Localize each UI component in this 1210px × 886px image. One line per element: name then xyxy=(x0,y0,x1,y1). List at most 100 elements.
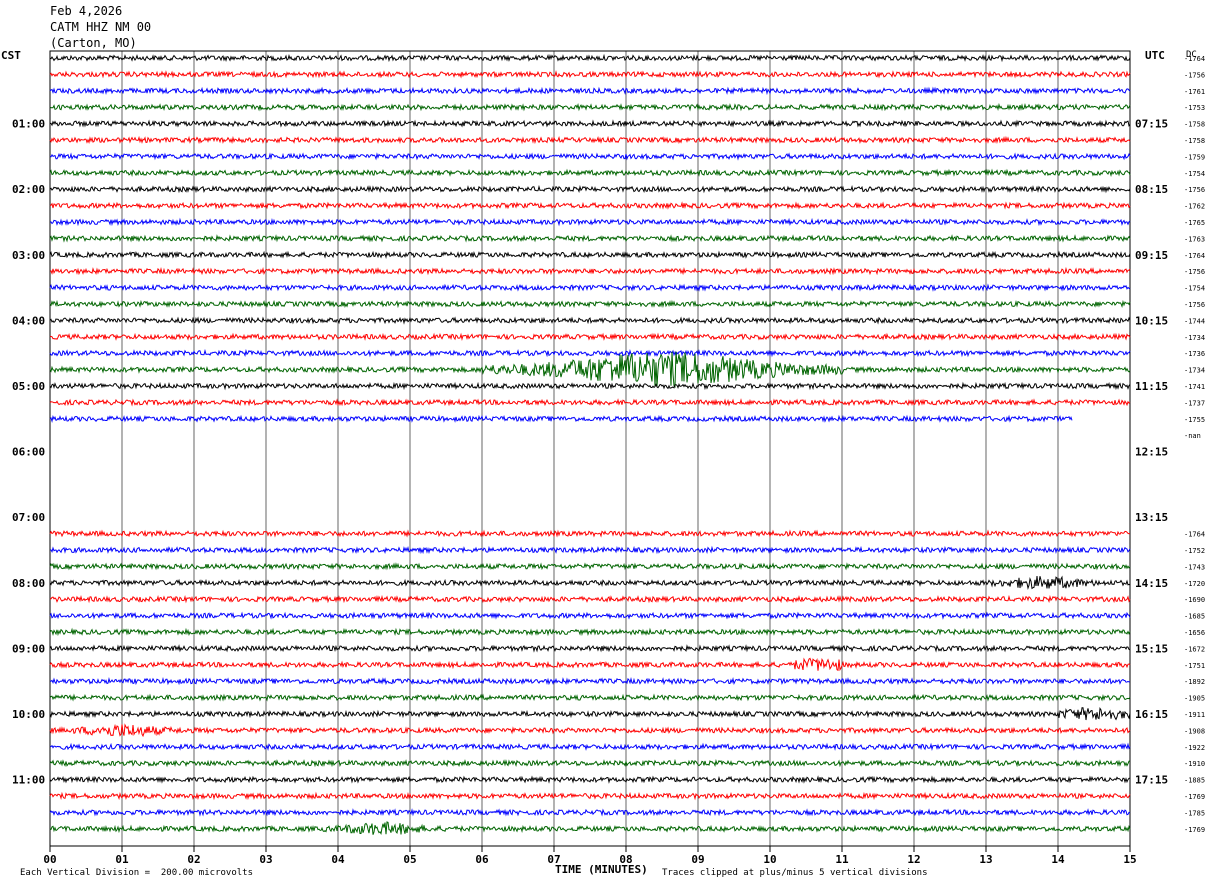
dc-offset-label: -1763 xyxy=(1184,235,1205,243)
x-tick-label: 15 xyxy=(1123,853,1136,866)
dc-offset-label: -1756 xyxy=(1184,186,1205,194)
seismogram-trace xyxy=(49,529,1131,538)
dc-offset-label: -1762 xyxy=(1184,203,1205,211)
seismogram-trace xyxy=(49,266,1131,276)
left-hour-label: 05:00 xyxy=(12,380,45,393)
clipping-note: Traces clipped at plus/minus 5 vertical … xyxy=(662,868,928,878)
seismogram-trace xyxy=(49,706,1131,721)
seismogram-trace xyxy=(49,70,1131,79)
seismogram-trace xyxy=(49,627,1131,637)
left-hour-label: 01:00 xyxy=(12,118,45,131)
dc-offset-label: -1905 xyxy=(1184,695,1205,703)
dc-offset-label: -1741 xyxy=(1184,383,1205,391)
station-label: CATM HHZ NM 00 xyxy=(50,20,152,34)
dc-offset-label: -1756 xyxy=(1184,71,1205,79)
dc-offset-label: -1672 xyxy=(1184,645,1205,653)
dc-offset-label: -1754 xyxy=(1184,285,1205,293)
seismogram-trace xyxy=(49,381,1131,391)
left-hour-label: 02:00 xyxy=(12,183,45,196)
vertical-division-note: Each Vertical Division = 200.00 microvol… xyxy=(20,868,253,878)
dc-offset-label: -1922 xyxy=(1184,744,1205,752)
dc-offset-label: -1755 xyxy=(1184,416,1205,424)
dc-offset-label: -1764 xyxy=(1184,531,1205,539)
left-hour-label: 06:00 xyxy=(12,446,45,459)
dc-offset-label: -1685 xyxy=(1184,613,1205,621)
x-axis-title: TIME (MINUTES) xyxy=(555,863,648,876)
seismogram-trace xyxy=(49,316,1131,325)
seismogram-trace xyxy=(49,398,1131,407)
seismogram-trace xyxy=(49,693,1131,702)
seismogram-trace xyxy=(49,742,1131,751)
seismogram-trace xyxy=(49,299,1131,309)
seismogram-trace xyxy=(49,575,1131,590)
seismogram-trace xyxy=(49,414,1073,424)
right-hour-label: 14:15 xyxy=(1135,577,1168,590)
x-tick-label: 13 xyxy=(979,853,992,866)
left-timezone-label: CST xyxy=(1,49,21,62)
left-hour-label: 11:00 xyxy=(12,774,45,787)
seismogram-trace xyxy=(49,119,1131,128)
x-tick-label: 12 xyxy=(907,853,920,866)
seismogram-trace xyxy=(49,283,1131,292)
dc-offset-label: -1885 xyxy=(1184,777,1205,785)
x-tick-label: 11 xyxy=(835,853,849,866)
x-tick-label: 03 xyxy=(259,853,272,866)
dc-offset-label: -1736 xyxy=(1184,350,1205,358)
right-hour-label: 08:15 xyxy=(1135,183,1168,196)
right-hour-label: 11:15 xyxy=(1135,380,1168,393)
dc-offset-label: -1690 xyxy=(1184,596,1205,604)
x-tick-label: 14 xyxy=(1051,853,1065,866)
right-hour-label: 07:15 xyxy=(1135,118,1168,131)
seismogram-trace xyxy=(49,644,1131,653)
right-hour-label: 12:15 xyxy=(1135,446,1168,459)
dc-offset-label: -1756 xyxy=(1184,301,1205,309)
dc-offset-label: -1734 xyxy=(1184,334,1205,342)
seismogram-trace xyxy=(49,348,1131,358)
plot-frame xyxy=(49,50,1131,847)
seismogram-trace xyxy=(49,775,1131,784)
seismogram-trace xyxy=(49,332,1131,341)
dc-offset-label: -1910 xyxy=(1184,760,1205,768)
date-label: Feb 4,2026 xyxy=(50,4,123,18)
seismogram-trace xyxy=(49,201,1131,210)
right-hour-label: 09:15 xyxy=(1135,249,1168,262)
x-tick-label: 02 xyxy=(187,853,200,866)
dc-offset-label: -1720 xyxy=(1184,580,1205,588)
dc-offset-label: -1758 xyxy=(1184,137,1205,145)
dc-offset-label: -1656 xyxy=(1184,629,1205,637)
dc-offset-label: -1761 xyxy=(1184,88,1205,96)
dc-offset-label: -1911 xyxy=(1184,711,1205,719)
seismogram-trace xyxy=(49,168,1131,177)
x-tick-label: 09 xyxy=(691,853,704,866)
dc-offset-label: -1751 xyxy=(1184,662,1205,670)
seismogram-trace xyxy=(49,594,1131,604)
seismogram-trace xyxy=(50,676,1131,686)
right-hour-label: 10:15 xyxy=(1135,314,1168,327)
dc-offset-label: -1758 xyxy=(1184,121,1205,129)
x-tick-label: 05 xyxy=(403,853,416,866)
dc-offset-label: -1756 xyxy=(1184,268,1205,276)
dc-offset-label: -1753 xyxy=(1184,104,1205,112)
dc-offset-label: -1754 xyxy=(1184,170,1205,178)
seismogram-trace xyxy=(49,562,1131,571)
seismogram-trace xyxy=(49,821,1131,836)
x-tick-label: 04 xyxy=(331,853,345,866)
seismogram-trace xyxy=(49,545,1131,555)
dc-offset-label: -1743 xyxy=(1184,563,1205,571)
seismogram-trace xyxy=(49,808,1131,817)
x-tick-label: 00 xyxy=(43,853,56,866)
seismogram-trace xyxy=(49,723,1131,738)
seismogram-trace xyxy=(49,135,1131,145)
dc-offset-label: -1908 xyxy=(1184,727,1205,735)
seismogram-trace xyxy=(49,234,1131,243)
right-timezone-label: UTC xyxy=(1145,49,1165,62)
dc-offset-label: -1752 xyxy=(1184,547,1205,555)
location-label: (Carton, MO) xyxy=(50,36,137,50)
dc-offset-label: -1769 xyxy=(1184,826,1205,834)
left-hour-label: 03:00 xyxy=(12,249,45,262)
seismogram-trace xyxy=(49,611,1131,620)
left-hour-label: 09:00 xyxy=(12,642,45,655)
left-hour-label: 07:00 xyxy=(12,511,45,524)
right-hour-label: 13:15 xyxy=(1135,511,1168,524)
seismogram-trace xyxy=(49,217,1131,227)
